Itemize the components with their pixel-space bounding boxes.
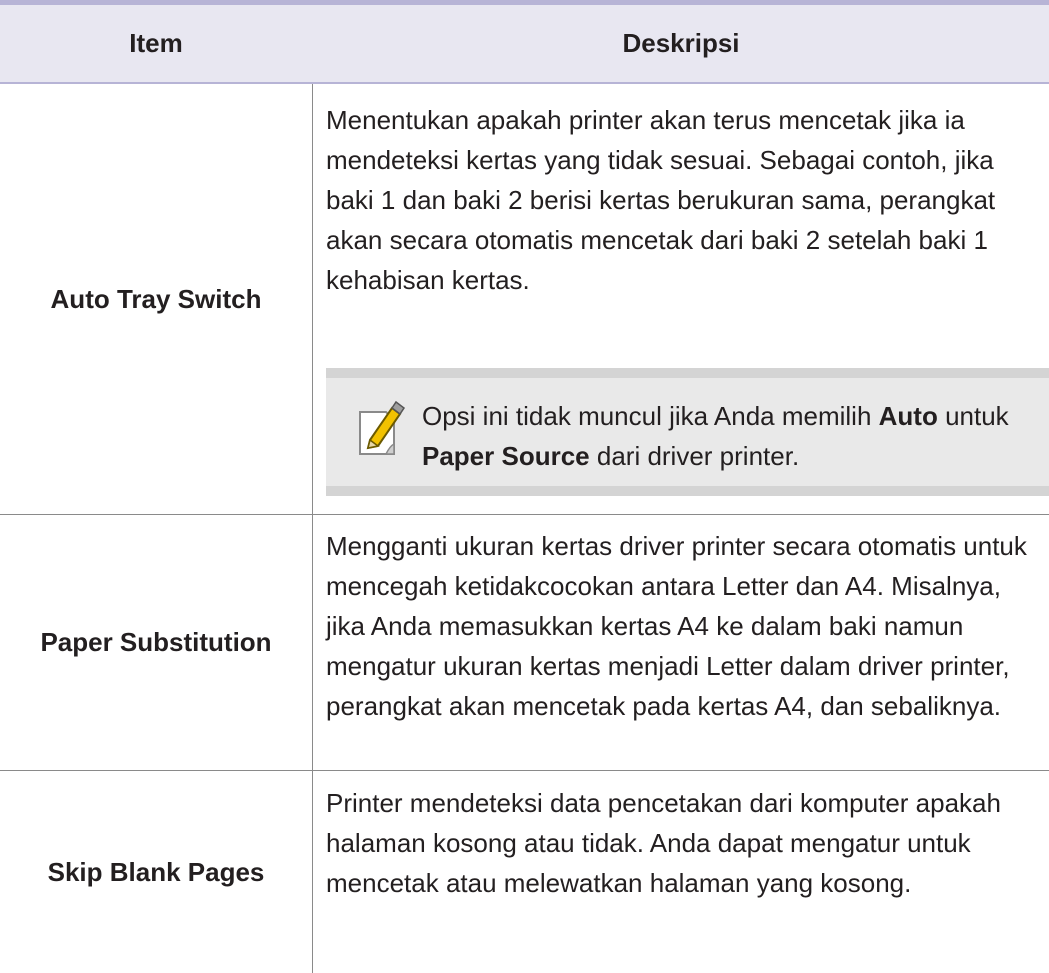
row-description-skip-blank-pages: Printer mendeteksi data pencetakan dari … <box>326 788 1001 898</box>
row-label-skip-blank-pages: Skip Blank Pages <box>47 856 265 887</box>
column-divider <box>312 84 313 973</box>
row-description-paper-substitution: Mengganti ukuran kertas driver printer s… <box>326 531 1027 721</box>
settings-table: Item Deskripsi Auto Tray Switch Menentuk… <box>0 0 1049 973</box>
table-header: Item Deskripsi <box>0 5 1049 84</box>
note-pencil-icon <box>359 400 406 455</box>
note-bold-auto: Auto <box>878 401 938 431</box>
note-bold-paper-source: Paper Source <box>422 441 590 471</box>
note-text: Opsi ini tidak muncul jika Anda memilih … <box>422 401 1009 471</box>
row-description-auto-tray-switch: Menentukan apakah printer akan terus men… <box>326 105 996 295</box>
header-item: Item <box>129 28 183 58</box>
header-description: Deskripsi <box>622 28 740 58</box>
row-label-auto-tray-switch: Auto Tray Switch <box>50 283 262 314</box>
note-box: Opsi ini tidak muncul jika Anda memilih … <box>326 368 1049 496</box>
row-label-paper-substitution: Paper Substitution <box>40 627 272 657</box>
